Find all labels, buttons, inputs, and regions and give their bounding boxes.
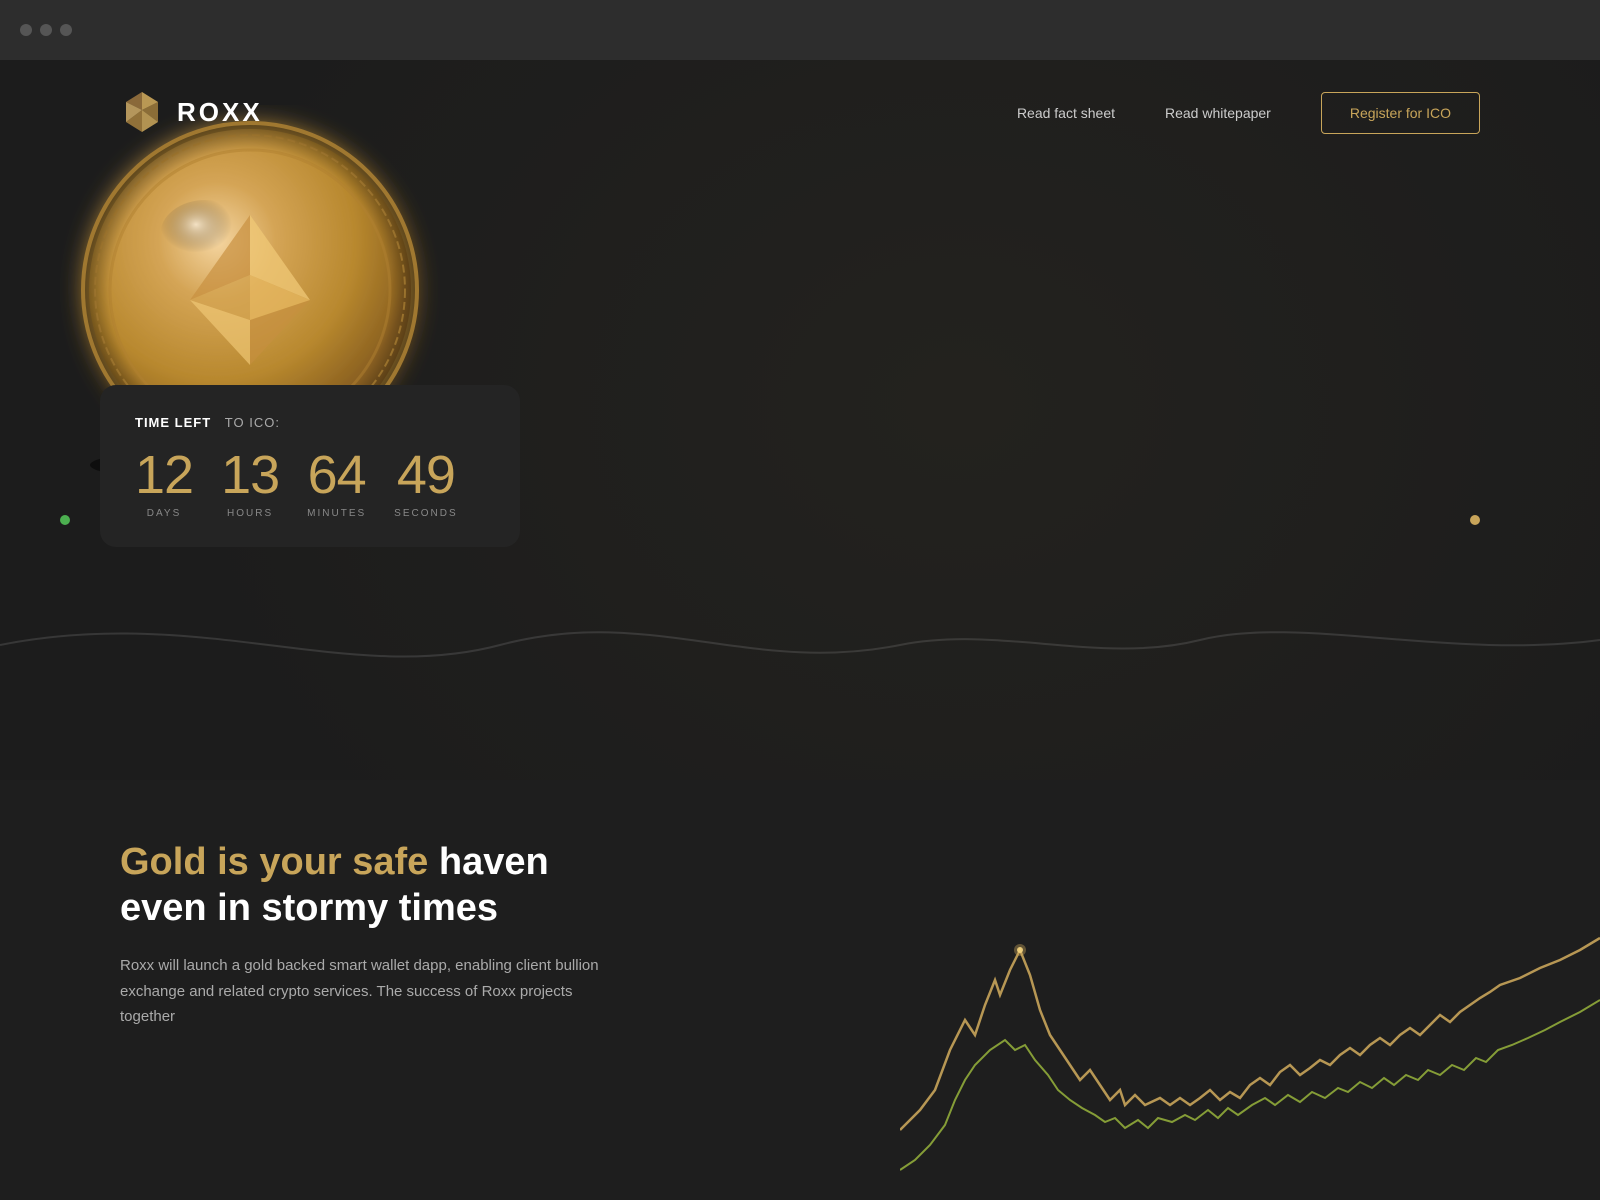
countdown-days-value: 12	[135, 448, 193, 502]
countdown-days-label: DAYS	[147, 508, 182, 519]
nav-links: Read fact sheet Read whitepaper Register…	[1017, 92, 1480, 134]
navigation: ROXX Read fact sheet Read whitepaper Reg…	[0, 60, 1600, 165]
browser-chrome	[0, 0, 1600, 60]
hero-section: TIME LEFT TO ICO: 12 DAYS 13 HOURS 64 MI…	[0, 165, 1600, 665]
countdown-minutes: 64 MINUTES	[307, 448, 366, 519]
logo-text: ROXX	[177, 97, 263, 128]
nav-read-whitepaper[interactable]: Read whitepaper	[1165, 105, 1271, 121]
bottom-description: Roxx will launch a gold backed smart wal…	[120, 953, 620, 1030]
bottom-heading: Gold is your safe haveneven in stormy ti…	[120, 840, 620, 931]
register-ico-button[interactable]: Register for ICO	[1321, 92, 1480, 134]
page-wrapper: ROXX Read fact sheet Read whitepaper Reg…	[0, 60, 1600, 1200]
price-chart	[900, 850, 1600, 1200]
countdown-days: 12 DAYS	[135, 448, 193, 519]
logo-icon	[120, 90, 165, 135]
bottom-section: Gold is your safe haveneven in stormy ti…	[0, 780, 1600, 1200]
countdown-hours-value: 13	[221, 448, 279, 502]
logo-area: ROXX	[120, 90, 263, 135]
nav-read-fact-sheet[interactable]: Read fact sheet	[1017, 105, 1115, 121]
countdown-label: TIME LEFT TO ICO:	[135, 415, 475, 430]
nav-dot-gold[interactable]	[1470, 515, 1480, 525]
countdown-minutes-label: MINUTES	[307, 508, 366, 519]
countdown-label-rest: TO ICO:	[225, 415, 280, 430]
heading-highlight: Gold is your safe	[120, 841, 428, 883]
countdown-seconds-value: 49	[397, 448, 455, 502]
countdown-minutes-value: 64	[308, 448, 366, 502]
countdown-numbers: 12 DAYS 13 HOURS 64 MINUTES 49 SECONDS	[135, 448, 475, 519]
countdown-hours-label: HOURS	[227, 508, 273, 519]
browser-dot-1	[20, 24, 32, 36]
countdown-seconds: 49 SECONDS	[394, 448, 457, 519]
chart-area	[900, 850, 1600, 1200]
bottom-text-block: Gold is your safe haveneven in stormy ti…	[120, 840, 620, 1030]
wave-line	[0, 545, 1600, 745]
nav-dot-green[interactable]	[60, 515, 70, 525]
countdown-label-bold1: TIME LEFT	[135, 415, 211, 430]
browser-dot-3	[60, 24, 72, 36]
countdown-hours: 13 HOURS	[221, 448, 279, 519]
browser-dot-2	[40, 24, 52, 36]
countdown-seconds-label: SECONDS	[394, 508, 457, 519]
countdown-card: TIME LEFT TO ICO: 12 DAYS 13 HOURS 64 MI…	[100, 385, 520, 547]
